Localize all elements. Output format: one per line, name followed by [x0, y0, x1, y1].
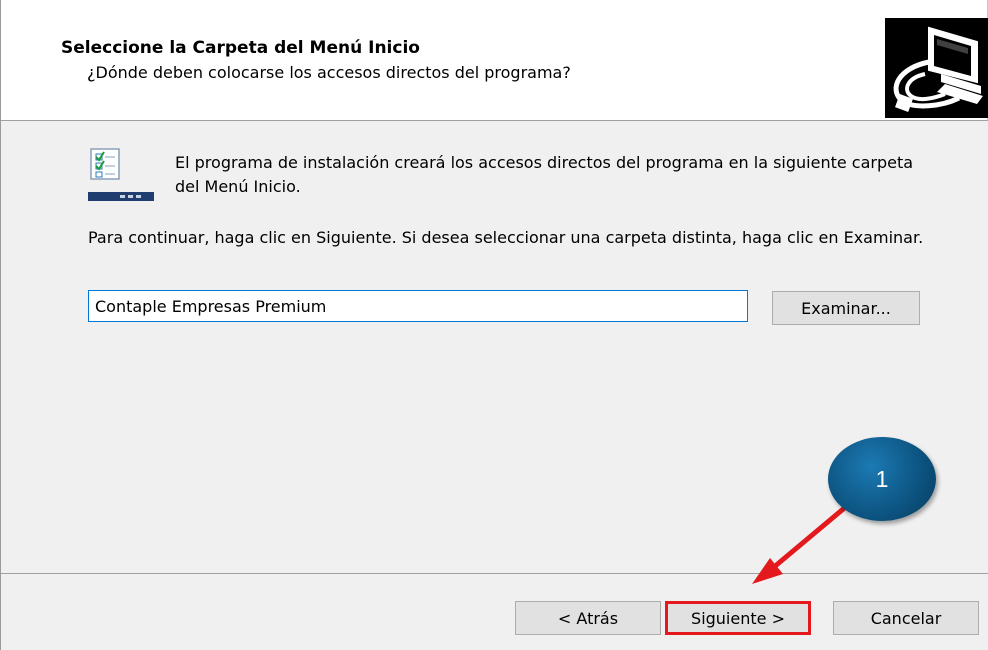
back-button[interactable]: < Atrás — [515, 601, 661, 635]
browse-button[interactable]: Examinar... — [772, 291, 920, 325]
next-button[interactable]: Siguiente > — [665, 601, 811, 635]
page-title: Seleccione la Carpeta del Menú Inicio — [61, 38, 420, 58]
instruction-text: Para continuar, haga clic en Siguiente. … — [88, 228, 924, 247]
wizard-header: Seleccione la Carpeta del Menú Inicio ¿D… — [1, 0, 987, 120]
cancel-button[interactable]: Cancelar — [833, 601, 979, 635]
start-menu-folder-input[interactable] — [88, 290, 748, 322]
computer-install-icon — [885, 18, 988, 118]
page-subtitle: ¿Dónde deben colocarse los accesos direc… — [87, 63, 571, 82]
start-menu-folder-icon — [88, 148, 156, 202]
step-number-badge: 1 — [828, 437, 936, 521]
intro-text: El programa de instalación creará los ac… — [175, 153, 914, 196]
